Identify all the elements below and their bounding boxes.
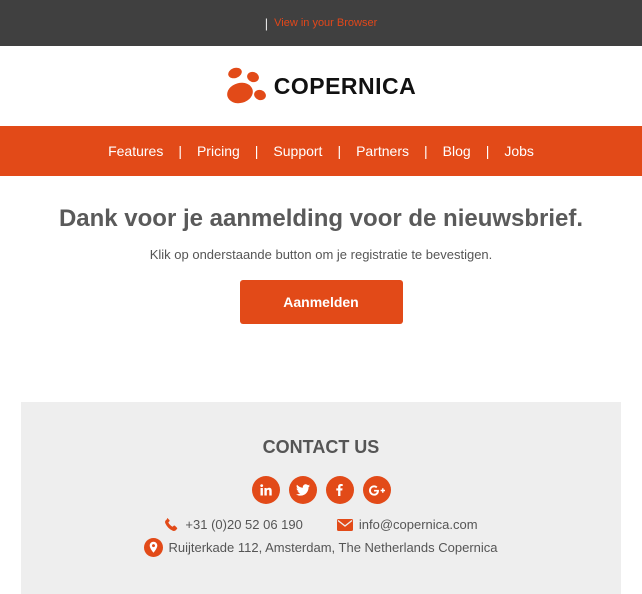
twitter-icon[interactable] bbox=[288, 476, 317, 504]
confirmation-section: Dank voor je aanmelding voor de nieuwsbr… bbox=[0, 176, 642, 324]
email-item[interactable]: info@copernica.com bbox=[336, 517, 478, 532]
main-nav: Features | Pricing | Support | Partners … bbox=[0, 126, 642, 176]
envelope-icon bbox=[336, 518, 353, 531]
google-plus-icon[interactable] bbox=[362, 476, 391, 504]
confirmation-heading: Dank voor je aanmelding voor de nieuwsbr… bbox=[58, 205, 584, 232]
copernica-logo[interactable]: COPERNICA bbox=[226, 67, 417, 105]
top-bar: | View in your Browser bbox=[0, 0, 642, 46]
nav-item-support[interactable]: Support bbox=[258, 143, 337, 159]
topbar-separator: | bbox=[264, 15, 269, 31]
facebook-icon[interactable] bbox=[325, 476, 354, 504]
nav-item-jobs[interactable]: Jobs bbox=[489, 143, 549, 159]
view-in-browser-link[interactable]: View in your Browser bbox=[274, 17, 377, 29]
contact-info-row: +31 (0)20 52 06 190 info@copernica.com bbox=[21, 517, 621, 532]
address-text: Ruijterkade 112, Amsterdam, The Netherla… bbox=[168, 540, 498, 555]
phone-icon bbox=[165, 518, 178, 531]
email-address: info@copernica.com bbox=[358, 517, 478, 532]
address-row: Ruijterkade 112, Amsterdam, The Netherla… bbox=[21, 538, 621, 557]
phone-number: +31 (0)20 52 06 190 bbox=[185, 517, 303, 532]
nav-item-features[interactable]: Features bbox=[93, 143, 178, 159]
location-pin-icon bbox=[144, 538, 164, 557]
aanmelden-button[interactable]: Aanmelden bbox=[239, 280, 403, 324]
nav-item-pricing[interactable]: Pricing bbox=[182, 143, 255, 159]
contact-title: CONTACT US bbox=[262, 437, 380, 457]
linkedin-icon[interactable] bbox=[251, 476, 280, 504]
brand-name: COPERNICA bbox=[273, 72, 417, 99]
nav-item-partners[interactable]: Partners bbox=[341, 143, 424, 159]
nav-item-blog[interactable]: Blog bbox=[428, 143, 486, 159]
copernica-logo-mark-icon bbox=[226, 67, 266, 104]
phone-item[interactable]: +31 (0)20 52 06 190 bbox=[164, 517, 303, 532]
confirmation-subtext: Klik op onderstaande button om je regist… bbox=[149, 247, 493, 262]
logo-row: COPERNICA bbox=[0, 46, 642, 126]
social-links bbox=[21, 476, 621, 504]
contact-section: CONTACT US +31 (0)20 52 06 190 info@cope… bbox=[21, 402, 621, 594]
